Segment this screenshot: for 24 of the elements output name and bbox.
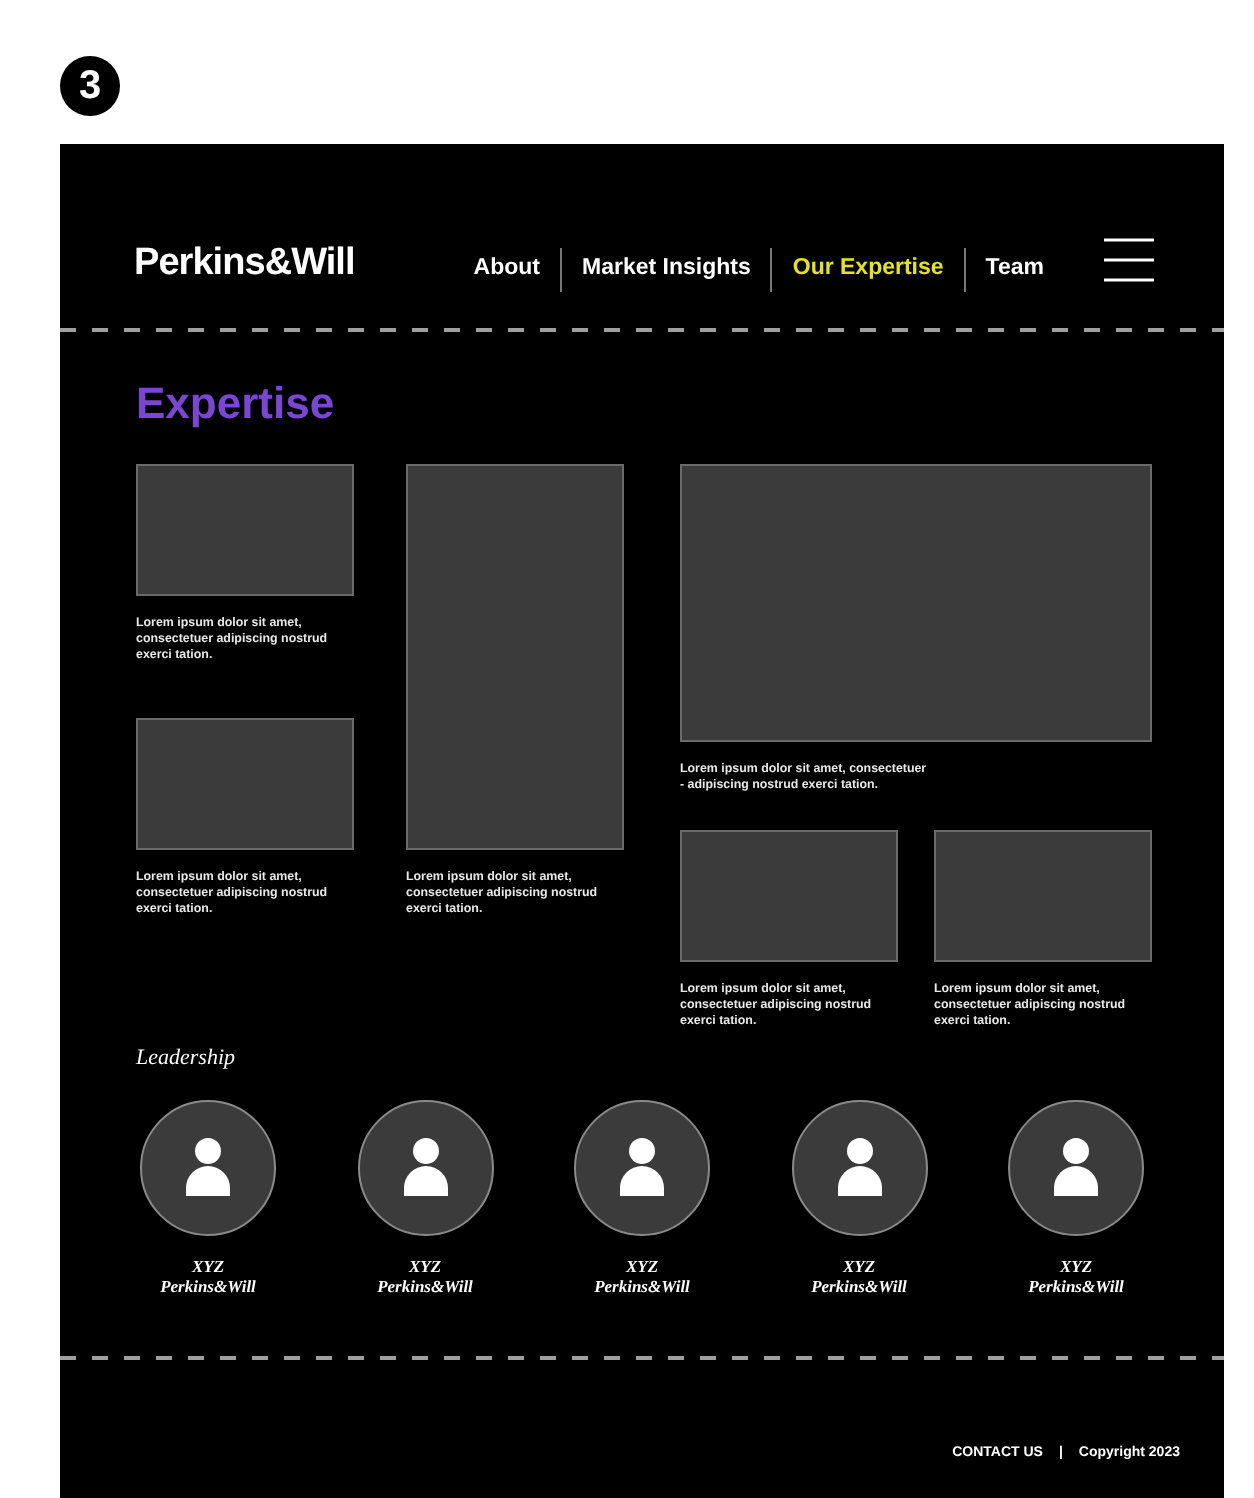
company-name: Perkins&Will (594, 1275, 690, 1295)
person-name: XYZ (625, 1255, 659, 1275)
person-icon (620, 1138, 664, 1196)
company-name: Perkins&Will (811, 1275, 907, 1295)
person-name: XYZ (191, 1255, 225, 1275)
menu-icon[interactable] (1104, 238, 1154, 282)
company-name: Perkins&Will (377, 1275, 473, 1295)
person-icon (186, 1138, 230, 1196)
person-icon (1054, 1138, 1098, 1196)
person-name: XYZ (842, 1255, 876, 1275)
page-title: Expertise (136, 376, 335, 432)
nav-link[interactable]: Team (965, 252, 1064, 288)
logo[interactable]: Perkins&Will (134, 235, 355, 293)
person-name: XYZ (1059, 1255, 1093, 1275)
nav-link[interactable]: About (453, 252, 561, 288)
section-heading: Leadership (136, 1044, 235, 1074)
step-badge: 3 (60, 56, 120, 116)
person-name: XYZ (408, 1255, 442, 1275)
nav-link[interactable]: Market Insights (562, 252, 771, 288)
nav-link[interactable]: Our Expertise (772, 252, 964, 288)
company-name: Perkins&Will (1028, 1275, 1124, 1295)
person-icon (837, 1138, 881, 1196)
company-name: Perkins&Will (160, 1275, 256, 1295)
person-icon (403, 1138, 447, 1196)
